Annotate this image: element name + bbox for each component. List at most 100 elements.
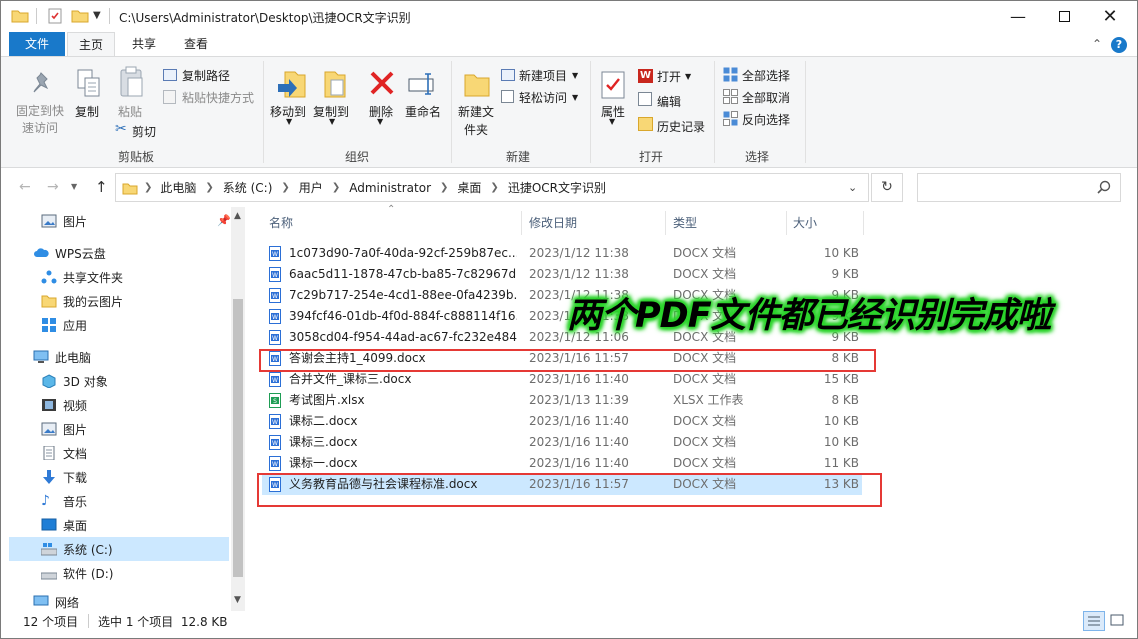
file-row[interactable]: W 课标二.docx 2023/1/16 11:40 DOCX 文档 10 KB (262, 411, 862, 432)
address-dropdown-icon[interactable]: ⌄ (848, 181, 857, 194)
new-item-dropdown-icon[interactable]: ▼ (572, 71, 578, 80)
file-name[interactable]: 1c073d90-7a0f-40da-92cf-259b87ec... (289, 243, 517, 264)
close-button[interactable]: ✕ (1087, 1, 1133, 32)
copy-to-dropdown-icon[interactable]: ▼ (329, 117, 335, 126)
breadcrumb-desktop[interactable]: 桌面 (457, 179, 481, 196)
tab-home[interactable]: 主页 (67, 32, 115, 57)
nav-scrollbar-thumb[interactable] (233, 299, 243, 577)
history-icon[interactable] (638, 117, 653, 131)
rename-button[interactable]: 重命名 (405, 103, 441, 120)
paste-shortcut-icon[interactable] (163, 90, 176, 104)
breadcrumb-administrator[interactable]: Administrator (349, 181, 431, 195)
copy-button[interactable]: 复制 (75, 103, 99, 120)
delete-icon[interactable] (367, 67, 397, 99)
file-name[interactable]: 考试图片.xlsx (289, 390, 517, 411)
file-name[interactable]: 课标二.docx (289, 411, 517, 432)
forward-icon[interactable]: → (47, 179, 59, 195)
breadcrumb-system-c[interactable]: 系统 (C:) (223, 179, 273, 196)
large-icons-view-button[interactable] (1107, 611, 1129, 631)
cut-button[interactable]: 剪切 (132, 123, 156, 140)
back-icon[interactable]: ← (19, 179, 31, 195)
move-to-icon[interactable] (275, 67, 307, 101)
invert-selection-button[interactable]: 反向选择 (742, 111, 790, 128)
file-row[interactable]: S 考试图片.xlsx 2023/1/13 11:39 XLSX 工作表 8 KB (262, 390, 862, 411)
paste-shortcut-button[interactable]: 粘贴快捷方式 (182, 89, 254, 106)
select-all-button[interactable]: 全部选择 (742, 67, 790, 84)
nav-item-videos[interactable]: 视频 (41, 393, 261, 417)
breadcrumb-current-folder[interactable]: 迅捷OCR文字识别 (508, 179, 606, 196)
file-row[interactable]: W 课标三.docx 2023/1/16 11:40 DOCX 文档 10 KB (262, 432, 862, 453)
pin-icon[interactable]: 📌 (217, 214, 231, 227)
file-name[interactable]: 课标一.docx (289, 453, 517, 474)
breadcrumb-users[interactable]: 用户 (299, 179, 323, 196)
nav-item-apps[interactable]: 应用 (41, 313, 261, 337)
easy-access-dropdown-icon[interactable]: ▼ (572, 93, 578, 102)
copy-path-button[interactable]: 复制路径 (182, 67, 230, 84)
tab-view[interactable]: 查看 (173, 32, 219, 56)
search-icon[interactable] (1097, 180, 1111, 194)
edit-button[interactable]: 编辑 (657, 93, 681, 110)
up-icon[interactable]: ↑ (95, 178, 108, 196)
nav-item-my-cloud-pictures[interactable]: 我的云图片 (41, 289, 261, 313)
nav-item-desktop[interactable]: 桌面 (41, 513, 261, 537)
column-header-name[interactable]: 名称 (269, 211, 521, 235)
nav-item-network[interactable]: 网络 (33, 593, 253, 611)
properties-dropdown-icon[interactable]: ▼ (609, 117, 615, 126)
nav-item-3d-objects[interactable]: 3D 对象 (41, 369, 261, 393)
new-item-icon[interactable] (501, 69, 515, 81)
copy-path-icon[interactable] (163, 69, 177, 81)
wps-open-icon[interactable]: W (638, 69, 653, 83)
collapse-ribbon-icon[interactable]: ⌃ (1092, 37, 1102, 51)
scissors-icon[interactable]: ✂ (115, 121, 127, 137)
paste-button[interactable]: 粘贴 (118, 103, 142, 120)
nav-scrollbar[interactable]: ▲ ▼ (231, 207, 245, 611)
open-button[interactable]: 打开 (657, 68, 681, 85)
column-header-size[interactable]: 大小 (793, 211, 863, 235)
column-header-date[interactable]: 修改日期 (529, 211, 665, 235)
file-name[interactable]: 3058cd04-f954-44ad-ac67-fc232e484... (289, 327, 517, 348)
tab-share[interactable]: 共享 (121, 32, 167, 56)
tab-file[interactable]: 文件 (9, 32, 65, 56)
copy-icon[interactable] (75, 67, 103, 101)
file-name[interactable]: 6aac5d11-1878-47cb-ba85-7c82967d... (289, 264, 517, 285)
scroll-down-icon[interactable]: ▼ (234, 595, 241, 605)
maximize-button[interactable] (1041, 1, 1087, 32)
file-name[interactable]: 合并文件_课标三.docx (289, 369, 517, 390)
recent-locations-icon[interactable]: ▼ (71, 182, 77, 191)
minimize-button[interactable]: — (995, 1, 1041, 32)
select-all-icon[interactable] (723, 67, 738, 82)
nav-item-music[interactable]: ♪ 音乐 (41, 489, 261, 513)
properties-quick-icon[interactable] (47, 8, 63, 24)
pin-icon[interactable] (27, 69, 55, 99)
nav-item-system-c[interactable]: 系统 (C:) (40, 537, 261, 561)
rename-icon[interactable] (407, 69, 439, 99)
delete-dropdown-icon[interactable]: ▼ (377, 117, 383, 126)
open-dropdown-icon[interactable]: ▼ (685, 72, 691, 81)
file-row[interactable]: W 合并文件_课标三.docx 2023/1/16 11:40 DOCX 文档 15 K… (262, 369, 862, 390)
nav-item-wps-cloud[interactable]: WPS云盘 (33, 241, 253, 265)
scroll-up-icon[interactable]: ▲ (234, 211, 241, 221)
easy-access-icon[interactable] (501, 90, 514, 103)
refresh-button[interactable]: ↻ (871, 173, 903, 202)
nav-item-pictures[interactable]: 图片 (41, 417, 261, 441)
search-input[interactable] (917, 173, 1121, 202)
select-none-button[interactable]: 全部取消 (742, 89, 790, 106)
breadcrumb-this-pc[interactable]: 此电脑 (160, 179, 196, 196)
new-item-button[interactable]: 新建项目 (519, 67, 567, 84)
customize-qat-icon[interactable]: ▼ (93, 10, 101, 21)
copy-to-icon[interactable] (317, 67, 349, 101)
file-row[interactable]: W 课标一.docx 2023/1/16 11:40 DOCX 文档 11 KB (262, 453, 862, 474)
paste-icon[interactable] (117, 65, 147, 101)
help-icon[interactable]: ? (1111, 37, 1127, 53)
properties-icon[interactable] (599, 69, 627, 101)
new-folder-quick-icon[interactable] (71, 9, 89, 23)
file-row[interactable]: W 1c073d90-7a0f-40da-92cf-259b87ec... 2023… (262, 243, 862, 264)
nav-item-downloads[interactable]: 下载 (41, 465, 261, 489)
nav-item-this-pc[interactable]: 此电脑 (33, 345, 253, 369)
edit-icon[interactable] (638, 92, 652, 106)
easy-access-button[interactable]: 轻松访问 (519, 89, 567, 106)
file-name[interactable]: 394fcf46-01db-4f0d-884f-c888114f16... (289, 306, 517, 327)
history-button[interactable]: 历史记录 (657, 118, 705, 135)
file-name[interactable]: 7c29b717-254e-4cd1-88ee-0fa4239b... (289, 285, 517, 306)
select-none-icon[interactable] (723, 89, 738, 104)
